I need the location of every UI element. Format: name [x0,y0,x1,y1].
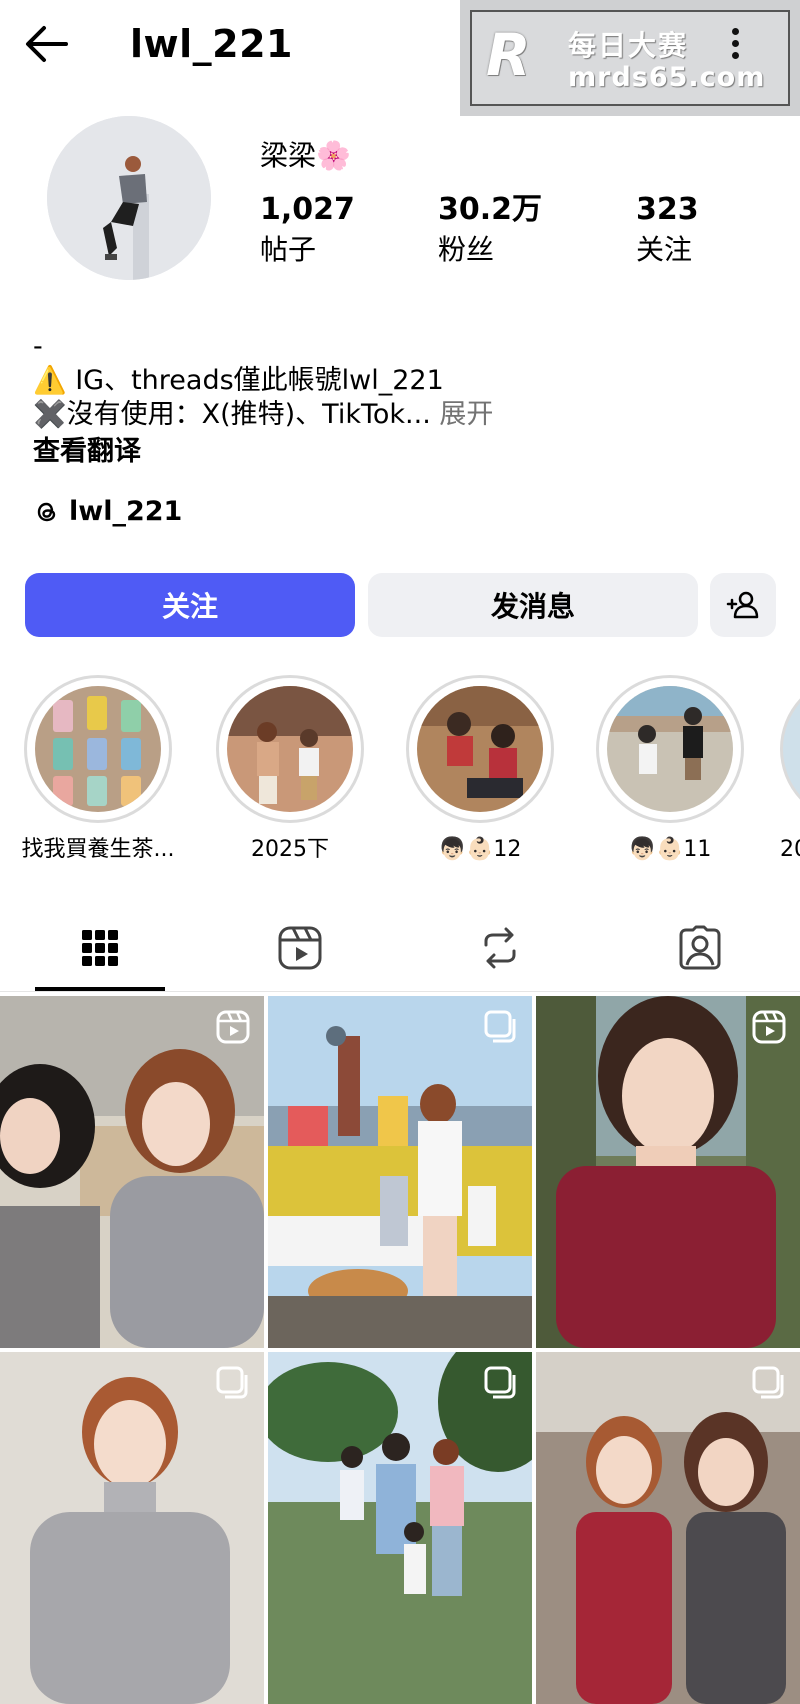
highlight-label: 👦🏻👶🏻11 [628,837,712,862]
add-person-icon [726,591,759,619]
stat-following-label: 关注 [636,233,693,266]
highlight-label: 找我買養生茶... [21,837,175,862]
reels-badge-icon [752,1010,786,1044]
stat-followers-value: 30.2万 [438,192,543,227]
carousel-badge-icon [752,1366,784,1399]
suggest-people-button[interactable] [710,573,776,637]
reels-badge-icon [216,1010,250,1044]
grid-post[interactable] [536,1352,800,1704]
bio-expand-link[interactable]: 展开 [439,399,493,430]
grid-post[interactable] [0,1352,264,1704]
threads-link[interactable]: lwl_221 [33,492,182,532]
bio-line-3: ✖️沒有使用：X(推特)、TikTok... 展开 [33,398,493,432]
watermark-logo: R [486,21,531,89]
profile-avatar[interactable] [47,116,211,280]
carousel-badge-icon [484,1010,516,1043]
tab-reposts[interactable] [435,918,565,978]
highlight-label: 2025下 [251,837,329,862]
grid-post[interactable] [268,1352,532,1704]
carousel-badge-icon [216,1366,248,1399]
tab-tagged[interactable] [635,918,765,978]
grid-post[interactable] [268,996,532,1348]
highlight-label: 20 [780,837,800,862]
stat-followers[interactable]: 30.2万 粉丝 [438,190,542,270]
tab-divider [0,991,800,992]
highlight-cover [607,686,733,812]
display-name: 梁梁🌸 [260,139,351,172]
reposts-icon [484,927,516,969]
bio-line-1: - [33,331,43,362]
highlight-cover [227,686,353,812]
grid-icon [82,930,118,966]
follow-button[interactable]: 关注 [25,573,355,637]
highlight-cover [35,686,161,812]
bio-line-3-text: ✖️沒有使用：X(推特)、TikTok... [33,399,431,430]
carousel-badge-icon [484,1366,516,1399]
stat-following-value: 323 [636,192,699,227]
see-translation-link[interactable]: 查看翻译 [33,432,141,472]
back-arrow-icon[interactable] [22,22,72,66]
grid-post[interactable] [0,996,264,1348]
highlight-item[interactable]: 👦🏻👶🏻11 [592,675,748,865]
tab-posts[interactable] [35,918,165,978]
stat-following[interactable]: 323 关注 [636,190,699,270]
threads-handle: lwl_221 [69,496,183,527]
tab-reels[interactable] [235,918,365,978]
more-vertical-icon[interactable] [728,28,742,68]
grid-post[interactable] [536,996,800,1348]
message-button[interactable]: 发消息 [368,573,698,637]
highlight-item[interactable]: 👦🏻👶🏻12 [402,675,558,865]
stat-posts-label: 帖子 [260,233,317,266]
highlight-cover [417,686,543,812]
threads-icon [37,502,56,522]
highlight-item[interactable]: 2025下 [212,675,368,865]
highlight-item[interactable]: 找我買養生茶... [20,675,176,865]
stat-posts-value: 1,027 [260,192,355,227]
highlight-item[interactable]: 20 [780,675,800,865]
stat-posts[interactable]: 1,027 帖子 [260,190,355,270]
watermark-overlay: R 每日大赛 mrds65.com [460,0,800,116]
watermark-title: 每日大赛 [568,29,689,62]
tagged-icon [679,925,721,970]
reels-icon [278,926,322,970]
bio-line-2: ⚠️ IG、threads僅此帳號lwl_221 [33,365,444,396]
profile-username: lwl_221 [130,22,293,66]
profile-bio: - ⚠️ IG、threads僅此帳號lwl_221 ✖️沒有使用：X(推特)、… [33,330,493,432]
highlight-cover [780,675,800,823]
stat-followers-label: 粉丝 [438,233,495,266]
highlight-label: 👦🏻👶🏻12 [438,837,522,862]
